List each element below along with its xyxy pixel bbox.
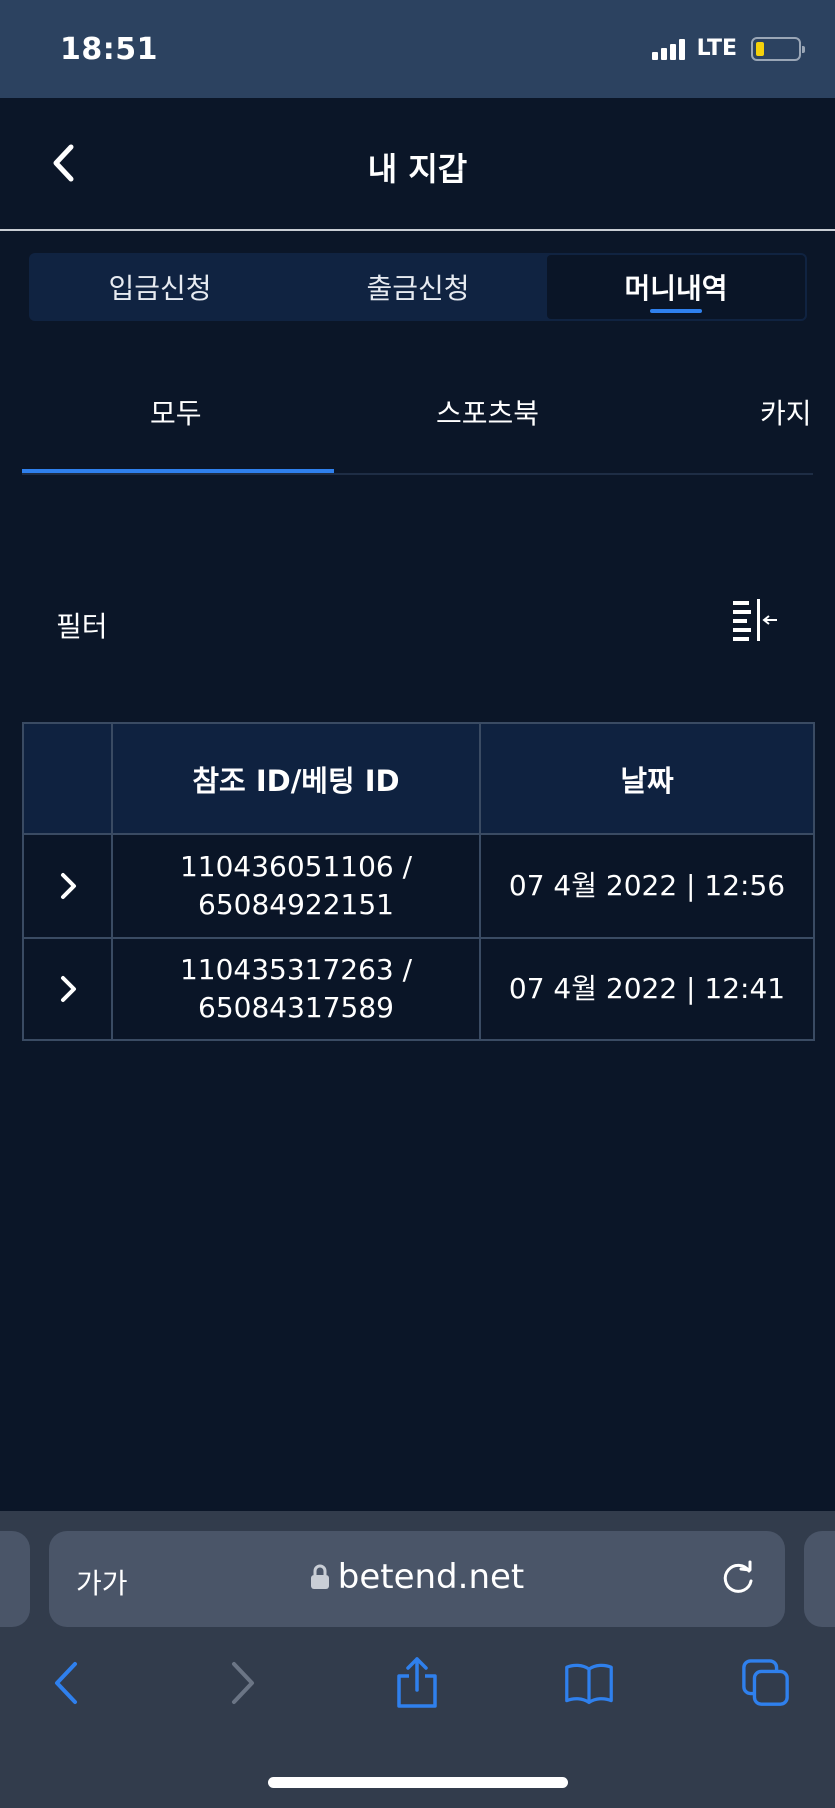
reference-id-cell: 110435317263 / 65084317589 [111, 937, 481, 1041]
tabs-icon [742, 1659, 789, 1706]
wallet-segmented-control: 입금신청 출금신청 머니내역 [29, 253, 807, 321]
network-type: LTE [696, 36, 737, 61]
browser-forward-button[interactable] [219, 1656, 269, 1710]
next-tab-preview[interactable] [804, 1531, 835, 1627]
chevron-right-icon [60, 873, 76, 899]
column-header-expand [22, 722, 113, 835]
signal-icon [651, 38, 685, 60]
book-icon [565, 1663, 613, 1705]
share-icon [397, 1657, 437, 1708]
segment-money-history[interactable]: 머니내역 [547, 255, 805, 319]
expand-row-button[interactable] [22, 937, 113, 1041]
browser-back-button[interactable] [40, 1656, 90, 1710]
battery-icon [751, 36, 805, 61]
page-title: 내 지갑 [367, 150, 468, 188]
segment-deposit[interactable]: 입금신청 [31, 255, 289, 319]
previous-tab-preview[interactable] [0, 1531, 30, 1627]
status-indicators: LTE [651, 36, 805, 61]
chevron-right-icon [60, 976, 76, 1002]
reload-button[interactable] [719, 1559, 757, 1597]
share-button[interactable] [392, 1656, 442, 1710]
filter-label: 필터 [56, 610, 108, 643]
filter-collapse-icon [733, 599, 777, 641]
reference-id-cell: 110436051106 / 65084922151 [111, 833, 481, 939]
column-header-date: 날짜 [479, 722, 815, 835]
table-row: 110436051106 / 65084922151 07 4월 2022 | … [22, 833, 815, 939]
table-row: 110435317263 / 65084317589 07 4월 2022 | … [22, 937, 815, 1041]
url-text: betend.net [337, 1557, 525, 1597]
bet-id: 65084317589 [198, 991, 394, 1024]
chevron-right-icon [232, 1662, 254, 1704]
url-display[interactable]: betend.net [49, 1557, 785, 1597]
chevron-left-icon [55, 1662, 77, 1704]
reload-icon [723, 1560, 753, 1593]
tabs-button[interactable] [741, 1656, 791, 1710]
bookmarks-button[interactable] [564, 1656, 614, 1710]
home-indicator [268, 1777, 568, 1788]
reference-id: 110435317263 / [179, 953, 413, 986]
status-bar: 18:51 LTE [0, 0, 835, 98]
segment-withdraw[interactable]: 출금신청 [289, 255, 547, 319]
column-header-reference-id: 참조 ID/베팅 ID [111, 722, 481, 835]
page-header: 내 지갑 [0, 98, 835, 231]
tab-casino[interactable]: 카지 [760, 392, 812, 432]
lock-icon [310, 1564, 329, 1589]
expand-row-button[interactable] [22, 833, 113, 939]
status-time: 18:51 [60, 32, 158, 67]
address-bar[interactable]: 가가 betend.net [49, 1531, 785, 1627]
tab-all[interactable]: 모두 [150, 392, 202, 432]
bet-id: 65084922151 [198, 888, 394, 921]
active-tab-indicator [22, 469, 334, 473]
tab-sportsbook[interactable]: 스포츠북 [436, 392, 539, 432]
reference-id: 110436051106 / [179, 850, 413, 883]
date-cell: 07 4월 2022 | 12:56 [479, 833, 815, 939]
date-cell: 07 4월 2022 | 12:41 [479, 937, 815, 1041]
table-header-row: 참조 ID/베팅 ID 날짜 [22, 722, 815, 835]
filter-toggle-button[interactable] [731, 597, 779, 643]
history-subtabs: 모두 스포츠북 카지 [22, 360, 813, 475]
money-history-table: 참조 ID/베팅 ID 날짜 110436051106 / 6508492215… [22, 722, 815, 1041]
